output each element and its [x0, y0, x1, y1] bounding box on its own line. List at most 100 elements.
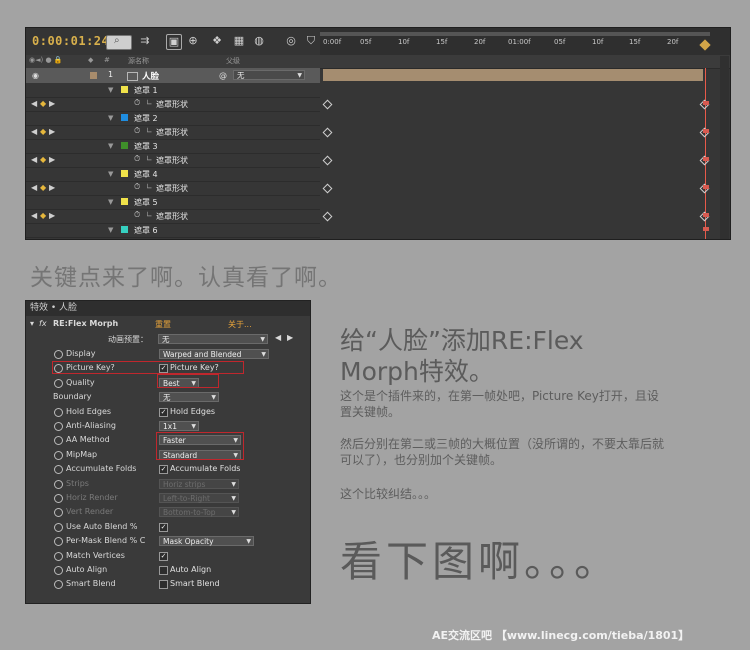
layer-name[interactable]: 人脸	[142, 70, 159, 82]
next-keyframe-icon[interactable]: ▶	[49, 127, 55, 136]
stopwatch-icon[interactable]: ⏱	[134, 126, 140, 136]
stopwatch-icon[interactable]	[54, 407, 63, 417]
stopwatch-icon[interactable]	[54, 436, 63, 446]
motion-blur-icon[interactable]: ◍	[252, 34, 266, 48]
layer-row[interactable]: ◉ 1 人脸 @ 无	[26, 68, 320, 83]
param-checkbox[interactable]: ✓	[159, 465, 168, 475]
stopwatch-icon[interactable]	[54, 422, 63, 431]
twirl-icon[interactable]: ▼	[108, 142, 113, 150]
stopwatch-icon[interactable]: ⏱	[134, 154, 140, 164]
param-checkbox[interactable]: ✓	[159, 522, 168, 532]
next-keyframe-icon[interactable]: ▶	[49, 183, 55, 192]
mask-color-swatch[interactable]	[121, 114, 128, 121]
add-keyframe-icon[interactable]: ◆	[40, 127, 46, 136]
preset-dropdown[interactable]: 无	[158, 334, 268, 345]
next-keyframe-icon[interactable]: ▶	[49, 155, 55, 164]
param-checkbox[interactable]: ✓	[159, 551, 168, 561]
stopwatch-icon[interactable]: ⏱	[134, 210, 140, 220]
param-checkbox[interactable]	[159, 566, 168, 575]
graph-icon[interactable]: ⛉	[304, 34, 318, 48]
prev-keyframe-icon[interactable]: ◀	[31, 155, 37, 164]
add-keyframe-icon[interactable]: ◆	[40, 211, 46, 220]
keyframe[interactable]	[322, 155, 333, 166]
prev-keyframe-icon[interactable]: ◀	[31, 99, 37, 108]
stopwatch-icon[interactable]	[54, 580, 63, 590]
param-dropdown[interactable]: Horiz strips	[159, 478, 239, 490]
mask-name[interactable]: 遮罩 3	[134, 141, 158, 152]
stopwatch-icon[interactable]	[54, 551, 63, 561]
keyframe[interactable]	[322, 99, 333, 110]
eye-icon[interactable]: ◉	[32, 71, 39, 80]
twirl-icon[interactable]: ▼	[108, 114, 113, 122]
mask-name[interactable]: 遮罩 1	[134, 85, 158, 96]
mask-row[interactable]: ▼ 遮罩 3	[26, 139, 320, 154]
prev-keyframe-icon[interactable]: ◀	[31, 211, 37, 220]
stopwatch-icon[interactable]	[54, 522, 63, 532]
prev-keyframe-icon[interactable]: ◀	[31, 183, 37, 192]
mask-row[interactable]: ▼ 遮罩 2	[26, 111, 320, 126]
mask-name[interactable]: 遮罩 4	[134, 169, 158, 180]
source-name-header[interactable]: 源名称	[128, 56, 149, 66]
add-keyframe-icon[interactable]: ◆	[40, 99, 46, 108]
prev-preset-icon[interactable]: ◀	[275, 333, 281, 342]
about-link[interactable]: 关于...	[228, 319, 252, 330]
stopwatch-icon[interactable]	[54, 465, 63, 475]
twirl-icon[interactable]: ▼	[108, 226, 113, 234]
stopwatch-icon[interactable]: ⏱	[134, 182, 140, 192]
keyframe[interactable]	[322, 183, 333, 194]
mask-path-row[interactable]: ◀ ◆ ▶ ⏱ ∟ 遮罩形状	[26, 125, 320, 140]
graph-editor-icon[interactable]: ⇉	[138, 34, 152, 48]
next-keyframe-icon[interactable]: ▶	[49, 211, 55, 220]
mask-name[interactable]: 遮罩 2	[134, 113, 158, 124]
twirl-icon[interactable]: ▼	[108, 86, 113, 94]
param-dropdown[interactable]: 1x1	[159, 421, 199, 432]
stopwatch-icon[interactable]	[54, 479, 63, 489]
layer-duration-bar[interactable]	[323, 69, 703, 81]
auto-keyframe-icon[interactable]: ◎	[284, 34, 298, 48]
add-keyframe-icon[interactable]: ◆	[40, 155, 46, 164]
timeline-scrollbar[interactable]	[720, 56, 729, 239]
mask-path-row[interactable]: ◀ ◆ ▶ ⏱ ∟ 遮罩形状	[26, 181, 320, 196]
mask-color-swatch[interactable]	[121, 198, 128, 205]
prev-keyframe-icon[interactable]: ◀	[31, 127, 37, 136]
param-dropdown[interactable]: Mask Opacity	[159, 536, 254, 547]
mask-name[interactable]: 遮罩 6	[134, 225, 158, 236]
add-keyframe-icon[interactable]: ◆	[40, 183, 46, 192]
work-area-bar[interactable]	[320, 32, 710, 36]
stopwatch-icon[interactable]	[54, 537, 63, 547]
reset-link[interactable]: 重置	[155, 319, 171, 330]
pick-whip-icon[interactable]: @	[219, 71, 227, 80]
param-dropdown[interactable]: Warped and Blended	[159, 349, 269, 360]
mask-path-row[interactable]: ◀ ◆ ▶ ⏱ ∟ 遮罩形状	[26, 153, 320, 168]
next-preset-icon[interactable]: ▶	[287, 333, 293, 342]
mask-color-swatch[interactable]	[121, 86, 128, 93]
timecode[interactable]: 0:00:01:24	[32, 34, 109, 48]
mask-name[interactable]: 遮罩 5	[134, 197, 158, 208]
mask-row[interactable]: ▼ 遮罩 6	[26, 223, 320, 238]
comp-flowchart-icon[interactable]: ▣	[166, 34, 182, 50]
param-checkbox[interactable]	[159, 580, 168, 590]
param-dropdown[interactable]: Left-to-Right	[159, 493, 239, 504]
label-color[interactable]	[90, 72, 97, 79]
frame-blending-icon[interactable]: ▦	[232, 34, 246, 48]
stopwatch-icon[interactable]	[54, 350, 63, 359]
shy-icon[interactable]: ❖	[210, 34, 224, 48]
mask-path-row[interactable]: ◀ ◆ ▶ ⏱ ∟ 遮罩形状	[26, 209, 320, 224]
param-dropdown[interactable]: 无	[159, 392, 219, 403]
param-checkbox[interactable]: ✓	[159, 407, 168, 417]
mask-color-swatch[interactable]	[121, 170, 128, 177]
mask-path-row[interactable]: ◀ ◆ ▶ ⏱ ∟ 遮罩形状	[26, 97, 320, 112]
stopwatch-icon[interactable]	[54, 450, 63, 460]
twirl-icon[interactable]: ▼	[108, 198, 113, 206]
search-input[interactable]: ⌕	[106, 35, 132, 50]
twirl-icon[interactable]: ▼	[108, 170, 113, 178]
stopwatch-icon[interactable]	[54, 566, 63, 575]
parent-dropdown[interactable]: 无	[233, 70, 305, 81]
next-keyframe-icon[interactable]: ▶	[49, 99, 55, 108]
param-dropdown[interactable]: Bottom-to-Top	[159, 507, 239, 518]
mask-row[interactable]: ▼ 遮罩 1	[26, 83, 320, 98]
mask-color-swatch[interactable]	[121, 226, 128, 233]
stopwatch-icon[interactable]: ⏱	[134, 98, 140, 108]
mask-row[interactable]: ▼ 遮罩 5	[26, 195, 320, 210]
stopwatch-icon[interactable]	[54, 378, 63, 388]
